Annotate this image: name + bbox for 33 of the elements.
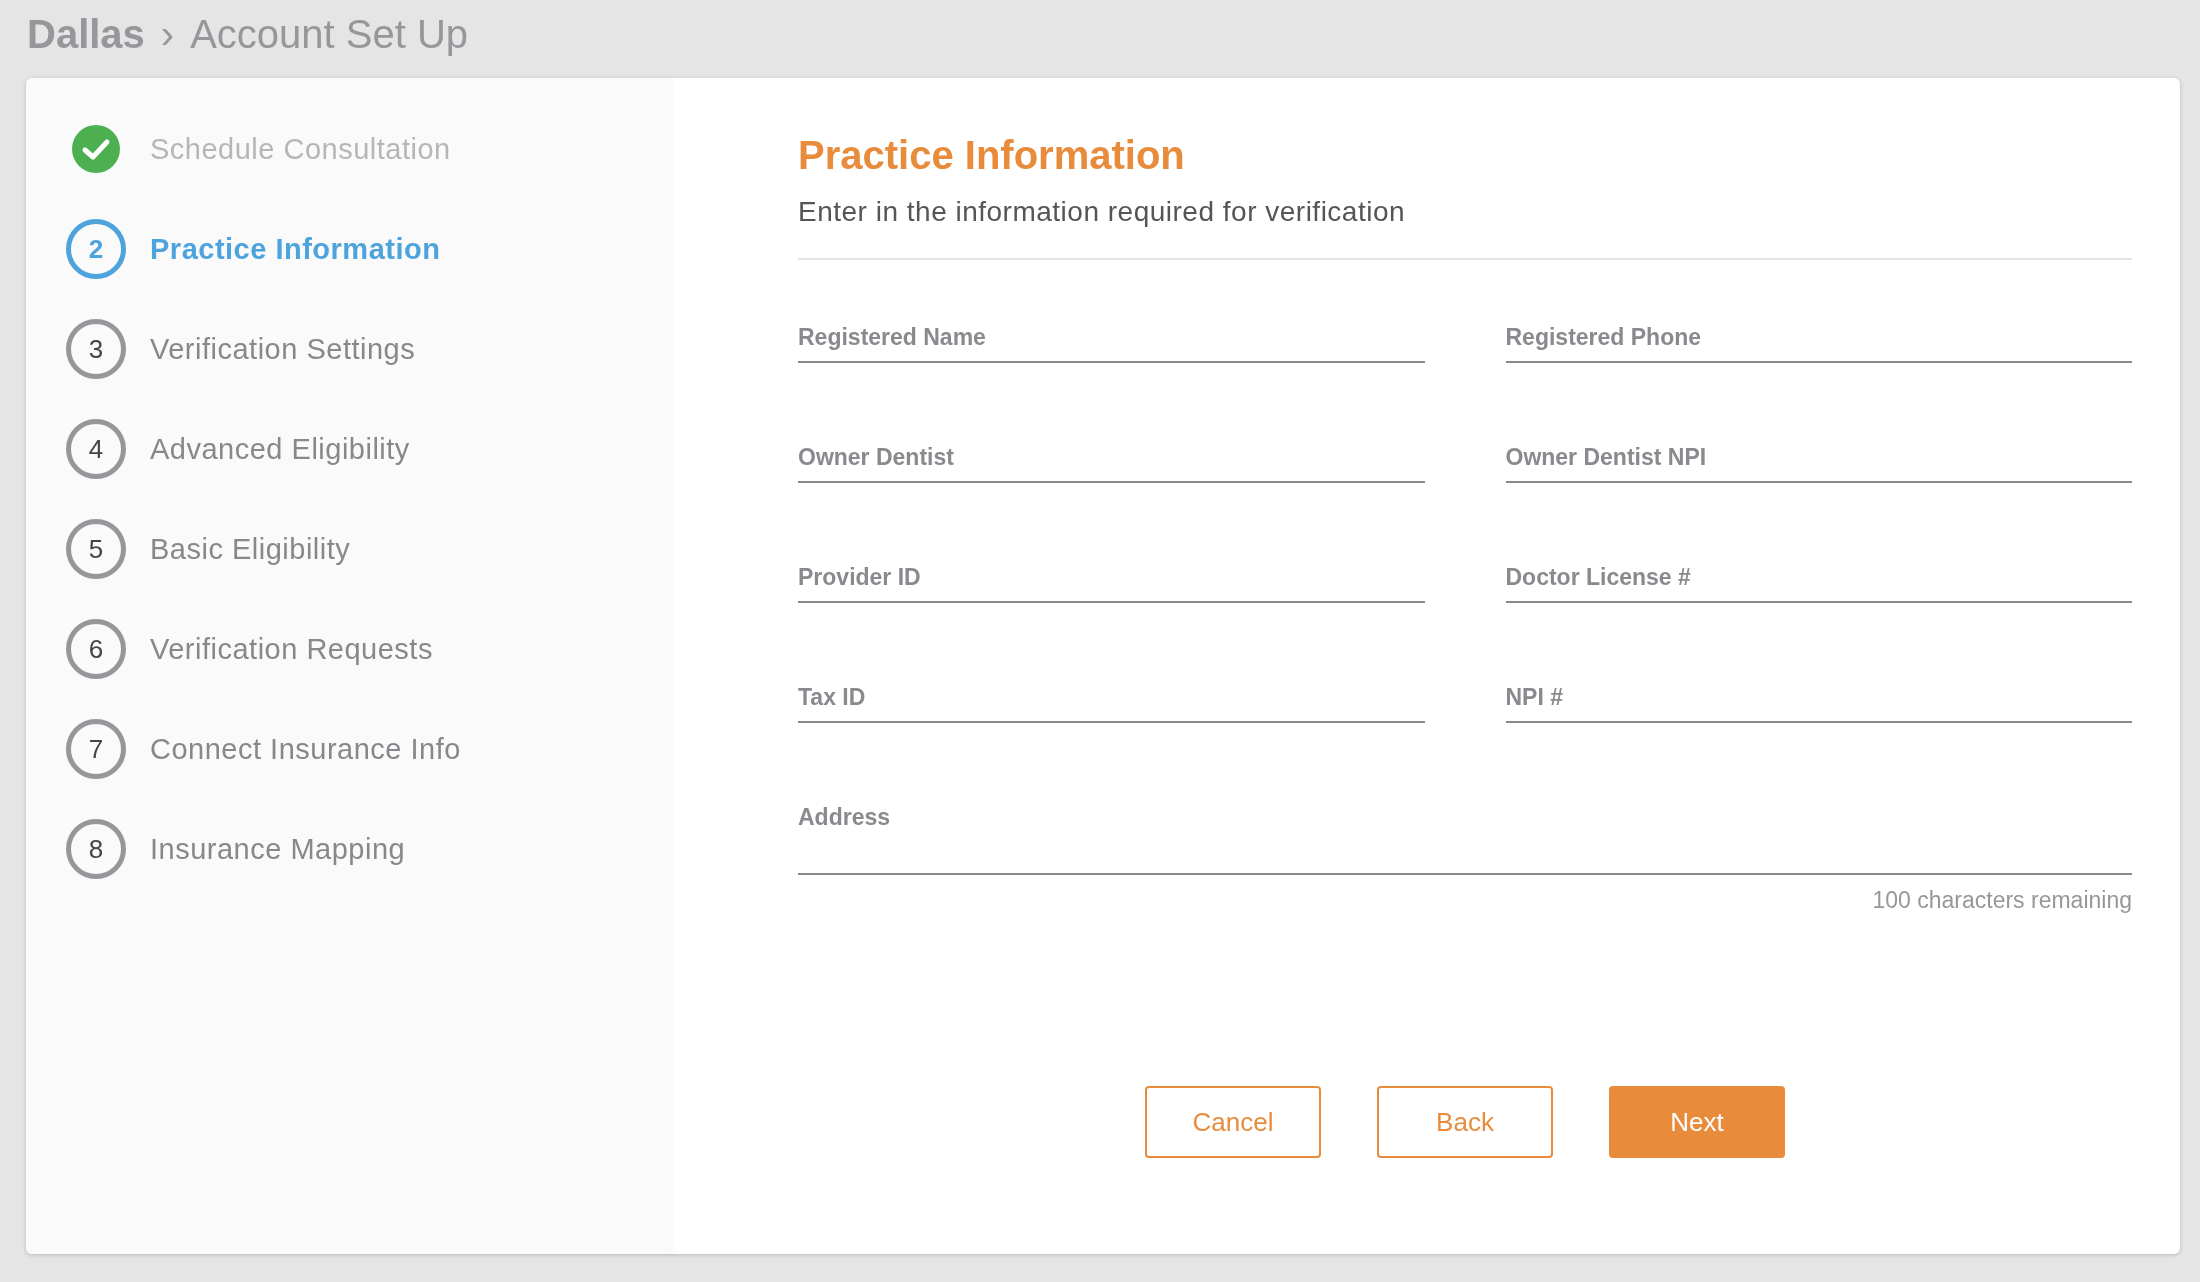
step-number: 2	[66, 219, 126, 279]
step-label[interactable]: Schedule Consultation	[150, 132, 451, 166]
input-field[interactable]: Doctor License #	[1505, 564, 2132, 603]
step-label[interactable]: Connect Insurance Info	[150, 732, 461, 766]
step-label[interactable]: Insurance Mapping	[150, 832, 406, 866]
step-label[interactable]: Verification Settings	[150, 332, 416, 366]
action-button[interactable]: Cancel	[1145, 1086, 1321, 1158]
input-field[interactable]: Registered Name	[798, 324, 1425, 363]
breadcrumb-link[interactable]: Dallas	[27, 11, 145, 57]
input-field[interactable]: NPI #	[1505, 684, 2132, 723]
page-title: Account Set Up	[190, 11, 469, 57]
step-number: 7	[66, 719, 126, 779]
step-number: 6	[66, 619, 126, 679]
step-label[interactable]: Advanced Eligibility	[150, 432, 410, 466]
form-title: Practice Information	[798, 132, 1186, 179]
input-field[interactable]: Owner Dentist	[798, 444, 1425, 483]
step-label[interactable]: Basic Eligibility	[150, 532, 351, 566]
action-button[interactable]: Back	[1377, 1086, 1553, 1158]
form-subtitle: Enter in the information required for verification	[798, 196, 1407, 228]
next-button[interactable]: Next	[1609, 1086, 1785, 1158]
step-label[interactable]: Practice Information	[150, 232, 441, 266]
input-field[interactable]: Address	[798, 804, 2132, 875]
character-counter: 100 characters remaining	[1872, 887, 2132, 914]
input-field[interactable]: Owner Dentist NPI	[1505, 444, 2132, 483]
step-label[interactable]: Verification Requests	[150, 632, 433, 666]
step-number: 3	[66, 319, 126, 379]
input-field[interactable]: Tax ID	[798, 684, 1425, 723]
step-number: 8	[66, 819, 126, 879]
input-field[interactable]: Provider ID	[798, 564, 1425, 603]
step-number: 4	[66, 419, 126, 479]
step-number: 5	[66, 519, 126, 579]
input-field[interactable]: Registered Phone	[1505, 324, 2132, 363]
chevron-icon: ›	[160, 11, 175, 57]
